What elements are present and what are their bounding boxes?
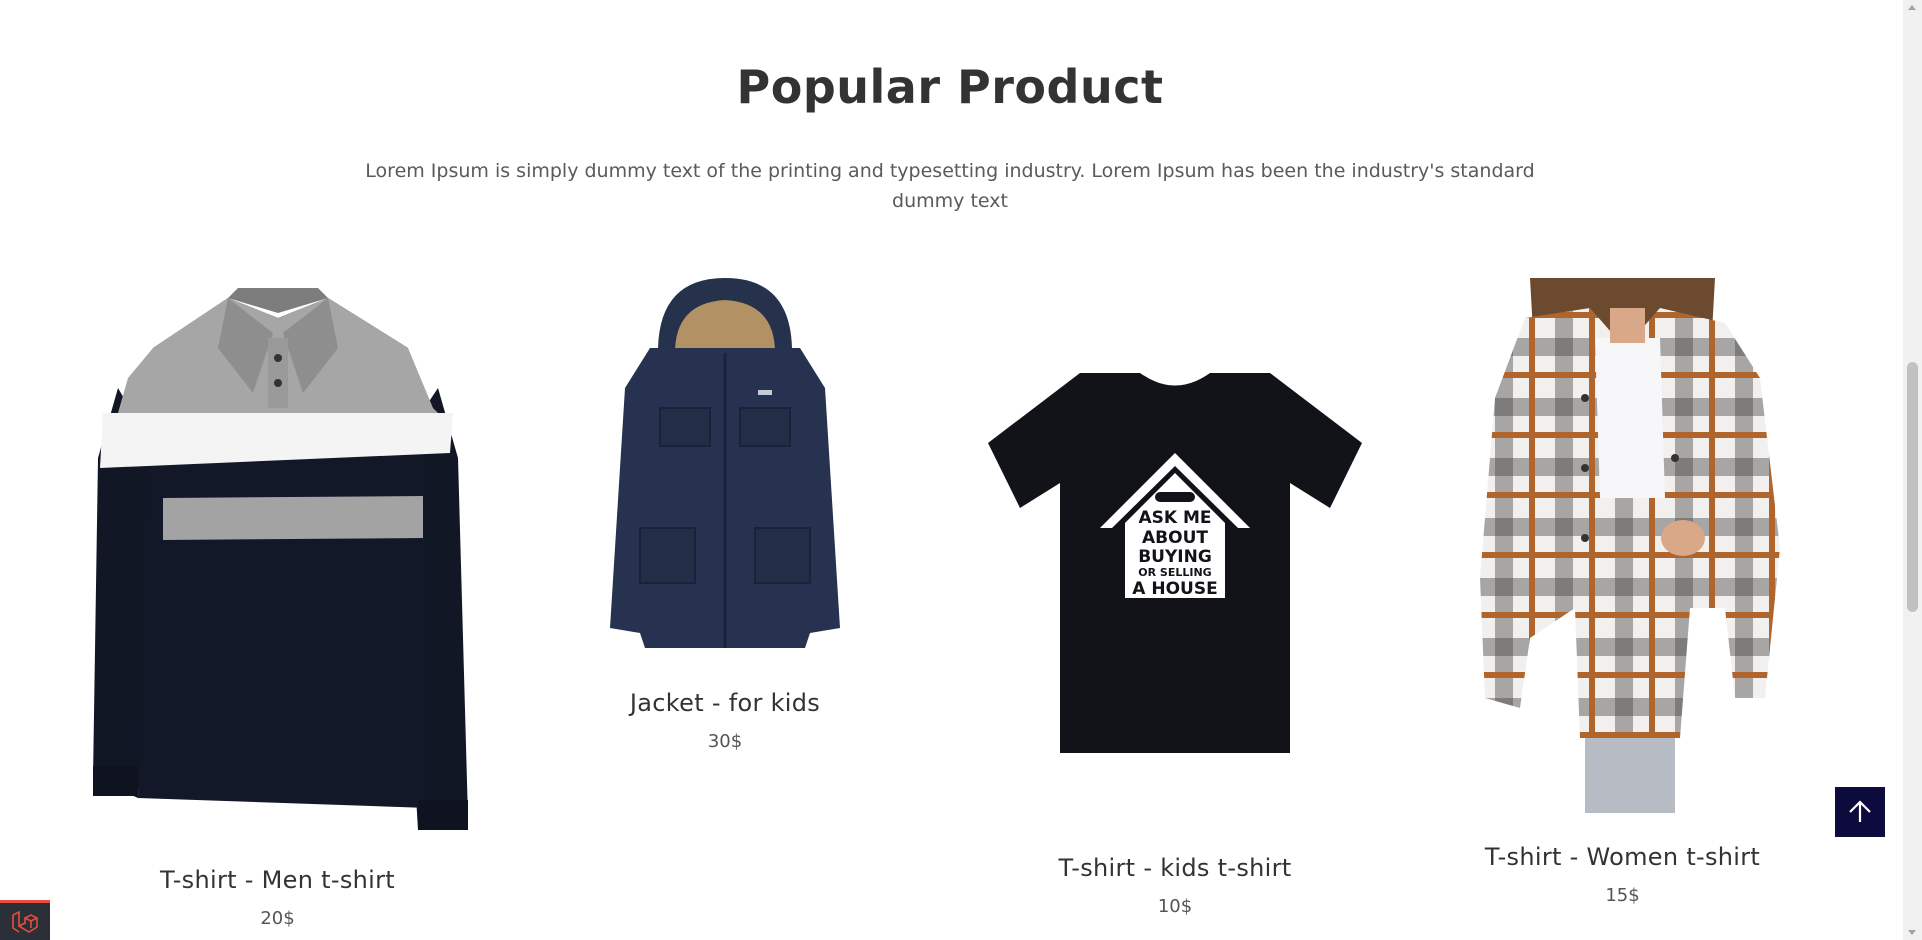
debugbar-toggle[interactable] [0,900,50,940]
product-image[interactable] [580,278,870,653]
product-card[interactable]: T-shirt - Men t-shirt 20$ [70,278,485,929]
svg-text:ASK ME: ASK ME [1138,508,1211,528]
scroll-up-arrow-icon[interactable] [1908,5,1916,10]
plaid-shacket-woman-image [1480,278,1780,813]
svg-text:A HOUSE: A HOUSE [1132,579,1217,599]
product-price: 10$ [1157,896,1193,917]
product-card[interactable]: ASK ME ABOUT BUYING OR SELLING A HOUSE T… [980,278,1370,917]
product-name[interactable]: T-shirt - kids t-shirt [980,854,1370,882]
product-image[interactable] [1435,278,1810,813]
back-to-top-button[interactable] [1835,787,1885,837]
product-price: 20$ [260,908,295,929]
product-price: 15$ [1605,885,1640,906]
popular-product-section: Popular Product Lorem Ipsum is simply du… [0,0,1903,940]
scroll-down-arrow-icon[interactable] [1908,930,1916,935]
product-image[interactable]: ASK ME ABOUT BUYING OR SELLING A HOUSE [980,278,1370,850]
svg-text:OR SELLING: OR SELLING [1138,566,1211,579]
scrollbar-thumb[interactable] [1907,362,1918,612]
men-polo-shirt-image [92,288,468,830]
svg-text:ABOUT: ABOUT [1142,528,1208,548]
product-image[interactable] [78,278,478,834]
navy-parka-jacket-image [610,278,840,648]
black-house-print-tshirt-image: ASK ME ABOUT BUYING OR SELLING A HOUSE [988,373,1362,753]
laravel-logo-icon [12,910,38,933]
section-subtitle: Lorem Ipsum is simply dummy text of the … [365,160,1535,212]
page: Popular Product Lorem Ipsum is simply du… [0,0,1922,940]
product-name[interactable]: Jacket - for kids [575,689,875,717]
svg-text:BUYING: BUYING [1138,547,1212,567]
product-card[interactable]: Jacket - for kids 30$ [575,278,875,752]
product-price: 30$ [707,731,743,752]
product-name[interactable]: T-shirt - Women t-shirt [1435,843,1810,871]
arrow-up-icon [1849,800,1871,822]
product-name[interactable]: T-shirt - Men t-shirt [70,866,485,894]
product-card[interactable]: T-shirt - Women t-shirt 15$ [1435,278,1810,906]
vertical-scrollbar[interactable] [1903,0,1922,940]
tshirt-print-text: ASK ME ABOUT BUYING OR SELLING A HOUSE [1132,492,1218,599]
section-title: Popular Product [736,60,1164,114]
